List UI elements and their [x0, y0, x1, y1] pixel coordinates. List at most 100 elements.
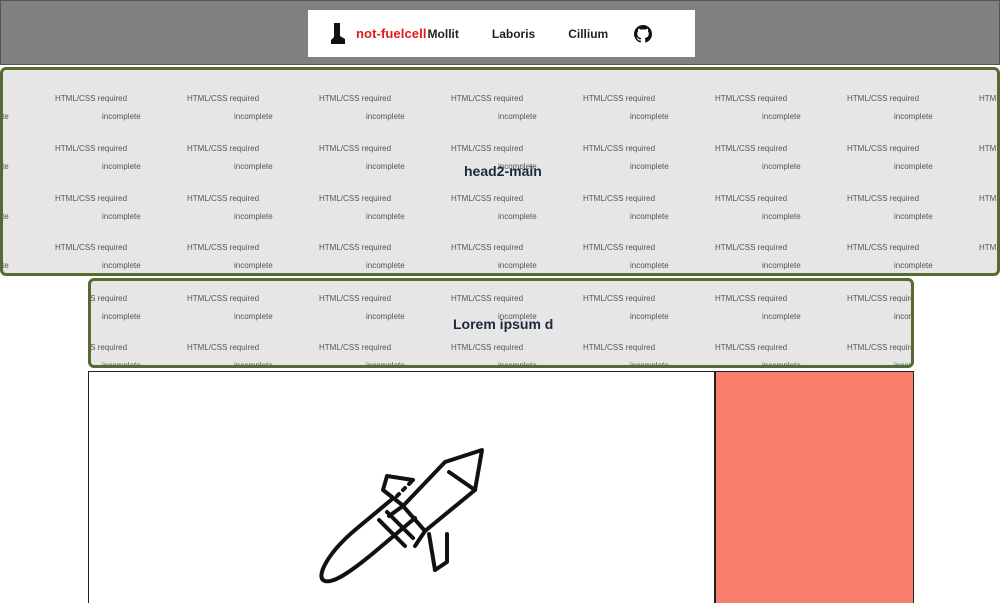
- status-label: incomplete: [234, 162, 273, 171]
- brand[interactable]: not-fuelcell: [330, 22, 427, 45]
- pattern-cell: HTML/CSS requiredincomplete: [847, 184, 979, 234]
- required-label: HTML/CSS required: [55, 194, 128, 203]
- required-label: HTML/CSS required: [583, 294, 656, 303]
- required-label: HTML/CSS required: [583, 144, 656, 153]
- pattern-cell: HTML/CSS requiredincomplete: [55, 134, 187, 184]
- status-label: incomplete: [762, 361, 801, 368]
- status-label: incomplete: [894, 312, 914, 321]
- pattern-cell: HTML/CSS requiredincomplete: [847, 284, 914, 334]
- required-label: HTML/CSS required: [715, 144, 788, 153]
- required-label: HTML/CSS required: [715, 243, 788, 252]
- status-label: incomplete: [762, 162, 801, 171]
- pattern-cell: HTML/CSS required incomplete: [583, 333, 715, 368]
- main-content-box: [88, 371, 715, 603]
- pattern-cell: HTML/CSS requiredincomplete: [319, 233, 451, 273]
- status-label: incomplete: [234, 212, 273, 221]
- pattern-cell: HTML/CSS requiredincomplete: [847, 233, 979, 273]
- status-label: incomplete: [894, 212, 933, 221]
- status-label: incomplete: [894, 261, 933, 270]
- required-label: HTML/CSS required: [847, 94, 920, 103]
- status-label: incomplete: [894, 162, 933, 171]
- pattern-cell: HTML/CSS requiredincomplete: [2, 134, 55, 184]
- pattern-cell: HTML/CSS requiredincomplete: [979, 184, 997, 234]
- pattern-cell: HTML/CSS required incomplete: [451, 84, 583, 134]
- status-label: incomplete: [498, 112, 537, 121]
- required-label: HTML/CSS required: [55, 144, 128, 153]
- pattern-cell: HTML/CSS required incomplete: [583, 134, 715, 184]
- required-label: HTML/CSS required: [187, 94, 260, 103]
- pattern-cell: HTML/CSS requiredincomplete: [979, 134, 1000, 184]
- pattern-cell: HTML/CSS requiredincomplete: [187, 184, 319, 234]
- panel-title-lorem: Lorem ipsum d: [453, 316, 554, 332]
- required-label: HTML/CSS required: [451, 94, 524, 103]
- pattern-cell: HTML/CSS requiredincomplete: [187, 134, 319, 184]
- status-label: incomplete: [498, 361, 537, 368]
- status-label: incomplete: [234, 312, 273, 321]
- pattern-cell: HTML/CSS required incomplete: [847, 84, 979, 134]
- pattern-cell: HTML/CSS required incomplete: [715, 333, 847, 368]
- status-label: incomplete: [102, 261, 141, 270]
- status-label: incomplete: [762, 261, 801, 270]
- required-label: HTML/CSS required: [583, 94, 656, 103]
- required-label: HTML/CSS required: [90, 294, 128, 303]
- pattern-cell: HTML/CSS required incomplete: [715, 233, 847, 273]
- lorem-panel: HTML/CSS required incomplete HTML/CSS requ…: [88, 278, 914, 368]
- status-label: incomplete: [2, 112, 9, 121]
- github-icon[interactable]: [634, 24, 653, 43]
- pattern-cell: HTML/CSS requiredincomplete: [187, 233, 319, 273]
- required-label: HTML/CSS required: [979, 144, 1000, 153]
- pattern-cell: HTML/CSS required incomplete: [451, 333, 583, 368]
- status-label: incomplete: [366, 261, 405, 270]
- required-label: HTML/CSS required: [187, 294, 260, 303]
- brand-name: not-fuelcell: [356, 26, 427, 41]
- rocket-icon: [319, 448, 484, 584]
- required-label: HTML/CSS required: [715, 94, 788, 103]
- status-label: incomplete: [2, 162, 9, 171]
- status-label: incomplete: [762, 312, 801, 321]
- pattern-cell: HTML/CSS requiredincomplete: [847, 134, 979, 184]
- required-label: HTML/CSS required: [319, 343, 392, 352]
- head2-main-panel: HTML/CSS required incomplete HTML/CSS requ…: [0, 67, 1000, 276]
- pattern-cell: HTML/CSS requiredincomplete: [979, 84, 997, 134]
- side-panel: [715, 371, 914, 603]
- pattern-cell: HTML/CSS requiredincomplete: [583, 284, 715, 334]
- status-label: incomplete: [366, 312, 405, 321]
- pattern-cell: HTML/CSS requiredincomplete: [319, 333, 451, 365]
- nav-link-cillium[interactable]: Cillium: [568, 27, 608, 41]
- nav-link-laboris[interactable]: Laboris: [492, 27, 535, 41]
- pattern-cell: HTML/CSS requiredincomplete: [319, 184, 451, 234]
- pattern-cell: HTML/CSS required incomplete: [187, 284, 319, 334]
- required-label: HTML/CSS required: [583, 243, 656, 252]
- top-bar: not-fuelcell Mollit Laboris Cillium: [0, 0, 1000, 65]
- required-label: HTML/CSS required: [319, 294, 392, 303]
- status-label: incomplete: [630, 212, 669, 221]
- pattern-cell: HTML/CSS requiredincomplete: [451, 184, 583, 234]
- status-label: incomplete: [102, 361, 141, 368]
- required-label: HTML/CSS required: [583, 343, 656, 352]
- status-label: incomplete: [234, 361, 273, 368]
- status-label: incomplete: [2, 261, 9, 270]
- status-label: incomplete: [762, 212, 801, 221]
- required-label: HTML/CSS required: [979, 243, 1000, 252]
- required-label: HTML/CSS required: [715, 343, 788, 352]
- status-label: incomplete: [366, 162, 405, 171]
- pattern-cell: HTML/CSS requiredincomplete: [55, 84, 187, 134]
- required-label: HTML/CSS required: [90, 343, 128, 352]
- required-label: HTML/CSS required: [451, 194, 524, 203]
- status-label: incomplete: [630, 162, 669, 171]
- status-label: incomplete: [894, 112, 933, 121]
- status-label: incomplete: [102, 212, 141, 221]
- pattern-cell: HTML/CSS requiredincomplete: [2, 184, 55, 234]
- status-label: incomplete: [498, 261, 537, 270]
- boot-icon: [331, 22, 345, 44]
- pattern-cell: HTML/CSS requiredincomplete: [319, 134, 451, 184]
- required-label: HTML/CSS required: [55, 243, 128, 252]
- pattern-cell: HTML/CSS requiredincomplete: [2, 84, 55, 134]
- nav-link-mollit[interactable]: Mollit: [428, 27, 459, 41]
- status-label: incomplete: [630, 361, 669, 368]
- status-label: incomplete: [2, 212, 9, 221]
- status-label: incomplete: [630, 261, 669, 270]
- required-label: HTML/CSS required: [451, 343, 524, 352]
- pattern-cell: HTML/CSS required incomplete: [55, 184, 187, 234]
- required-label: HTML/CSS required: [187, 343, 260, 352]
